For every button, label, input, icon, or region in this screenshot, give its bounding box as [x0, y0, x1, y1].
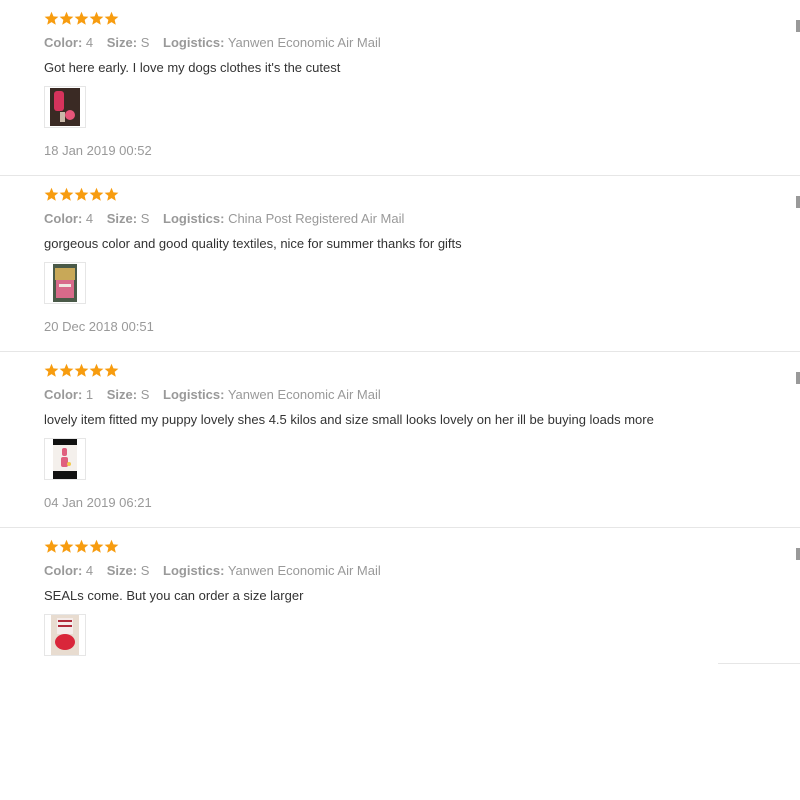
- photo-image: [53, 439, 77, 479]
- star-icon: [104, 11, 119, 25]
- size-label: Size:: [106, 35, 138, 50]
- star-rating: [44, 363, 119, 381]
- size-label: Size:: [106, 211, 138, 226]
- photo-image: [50, 88, 80, 126]
- star-icon: [59, 187, 74, 201]
- color-label: Color:: [44, 563, 83, 578]
- review-photo-thumbnail[interactable]: [44, 262, 86, 304]
- star-icon: [89, 363, 104, 377]
- star-icon: [104, 363, 119, 377]
- logistics-label: Logistics:: [163, 563, 225, 578]
- star-icon: [74, 363, 89, 377]
- size-label: Size:: [106, 387, 138, 402]
- divider: [718, 663, 800, 664]
- review-text: Got here early. I love my dogs clothes i…: [44, 60, 341, 75]
- review-text: gorgeous color and good quality textiles…: [44, 236, 462, 251]
- star-icon: [89, 539, 104, 553]
- order-attributes: Color: 4 Size: S Logistics: Yanwen Econo…: [44, 35, 391, 50]
- review-text: SEALs come. But you can order a size lar…: [44, 588, 304, 603]
- star-icon: [59, 11, 74, 25]
- star-icon: [74, 11, 89, 25]
- star-icon: [44, 539, 59, 553]
- color-value: 4: [85, 211, 94, 226]
- review-date: 18 Jan 2019 00:52: [44, 143, 152, 158]
- star-icon: [44, 187, 59, 201]
- order-attributes: Color: 4 Size: S Logistics: Yanwen Econo…: [44, 563, 391, 578]
- review-date: 04 Jan 2019 06:21: [44, 495, 152, 510]
- star-icon: [59, 539, 74, 553]
- star-icon: [104, 187, 119, 201]
- color-value: 4: [85, 563, 94, 578]
- logistics-label: Logistics:: [163, 387, 225, 402]
- review-photo-thumbnail[interactable]: [44, 614, 86, 656]
- logistics-label: Logistics:: [163, 35, 225, 50]
- scroll-edge-marker: [796, 20, 800, 32]
- size-value: S: [140, 211, 150, 226]
- logistics-label: Logistics:: [163, 211, 225, 226]
- logistics-value: Yanwen Economic Air Mail: [227, 387, 381, 402]
- photo-image: [53, 264, 77, 302]
- color-label: Color:: [44, 35, 83, 50]
- star-icon: [89, 11, 104, 25]
- review-item: Color: 4 Size: S Logistics: Yanwen Econo…: [0, 0, 800, 176]
- review-item: Color: 1 Size: S Logistics: Yanwen Econo…: [0, 352, 800, 528]
- star-icon: [89, 187, 104, 201]
- star-rating: [44, 11, 119, 29]
- review-item: Color: 4 Size: S Logistics: China Post R…: [0, 176, 800, 352]
- photo-image: [51, 615, 79, 655]
- logistics-value: Yanwen Economic Air Mail: [227, 35, 381, 50]
- star-icon: [44, 363, 59, 377]
- review-text: lovely item fitted my puppy lovely shes …: [44, 412, 654, 427]
- color-value: 1: [85, 387, 94, 402]
- color-value: 4: [85, 35, 94, 50]
- order-attributes: Color: 1 Size: S Logistics: Yanwen Econo…: [44, 387, 391, 402]
- color-label: Color:: [44, 211, 83, 226]
- scroll-edge-marker: [796, 372, 800, 384]
- scroll-edge-marker: [796, 548, 800, 560]
- star-icon: [74, 187, 89, 201]
- review-photo-thumbnail[interactable]: [44, 438, 86, 480]
- logistics-value: Yanwen Economic Air Mail: [227, 563, 381, 578]
- size-label: Size:: [106, 563, 138, 578]
- star-icon: [44, 11, 59, 25]
- review-item: Color: 4 Size: S Logistics: Yanwen Econo…: [0, 528, 800, 704]
- star-rating: [44, 187, 119, 205]
- logistics-value: China Post Registered Air Mail: [228, 211, 405, 226]
- star-icon: [59, 363, 74, 377]
- star-icon: [74, 539, 89, 553]
- review-list: Color: 4 Size: S Logistics: Yanwen Econo…: [0, 0, 800, 704]
- scroll-edge-marker: [796, 196, 800, 208]
- size-value: S: [140, 35, 150, 50]
- review-date: 20 Dec 2018 00:51: [44, 319, 154, 334]
- color-label: Color:: [44, 387, 83, 402]
- star-icon: [104, 539, 119, 553]
- order-attributes: Color: 4 Size: S Logistics: China Post R…: [44, 211, 414, 226]
- size-value: S: [140, 387, 150, 402]
- review-photo-thumbnail[interactable]: [44, 86, 86, 128]
- star-rating: [44, 539, 119, 557]
- size-value: S: [140, 563, 150, 578]
